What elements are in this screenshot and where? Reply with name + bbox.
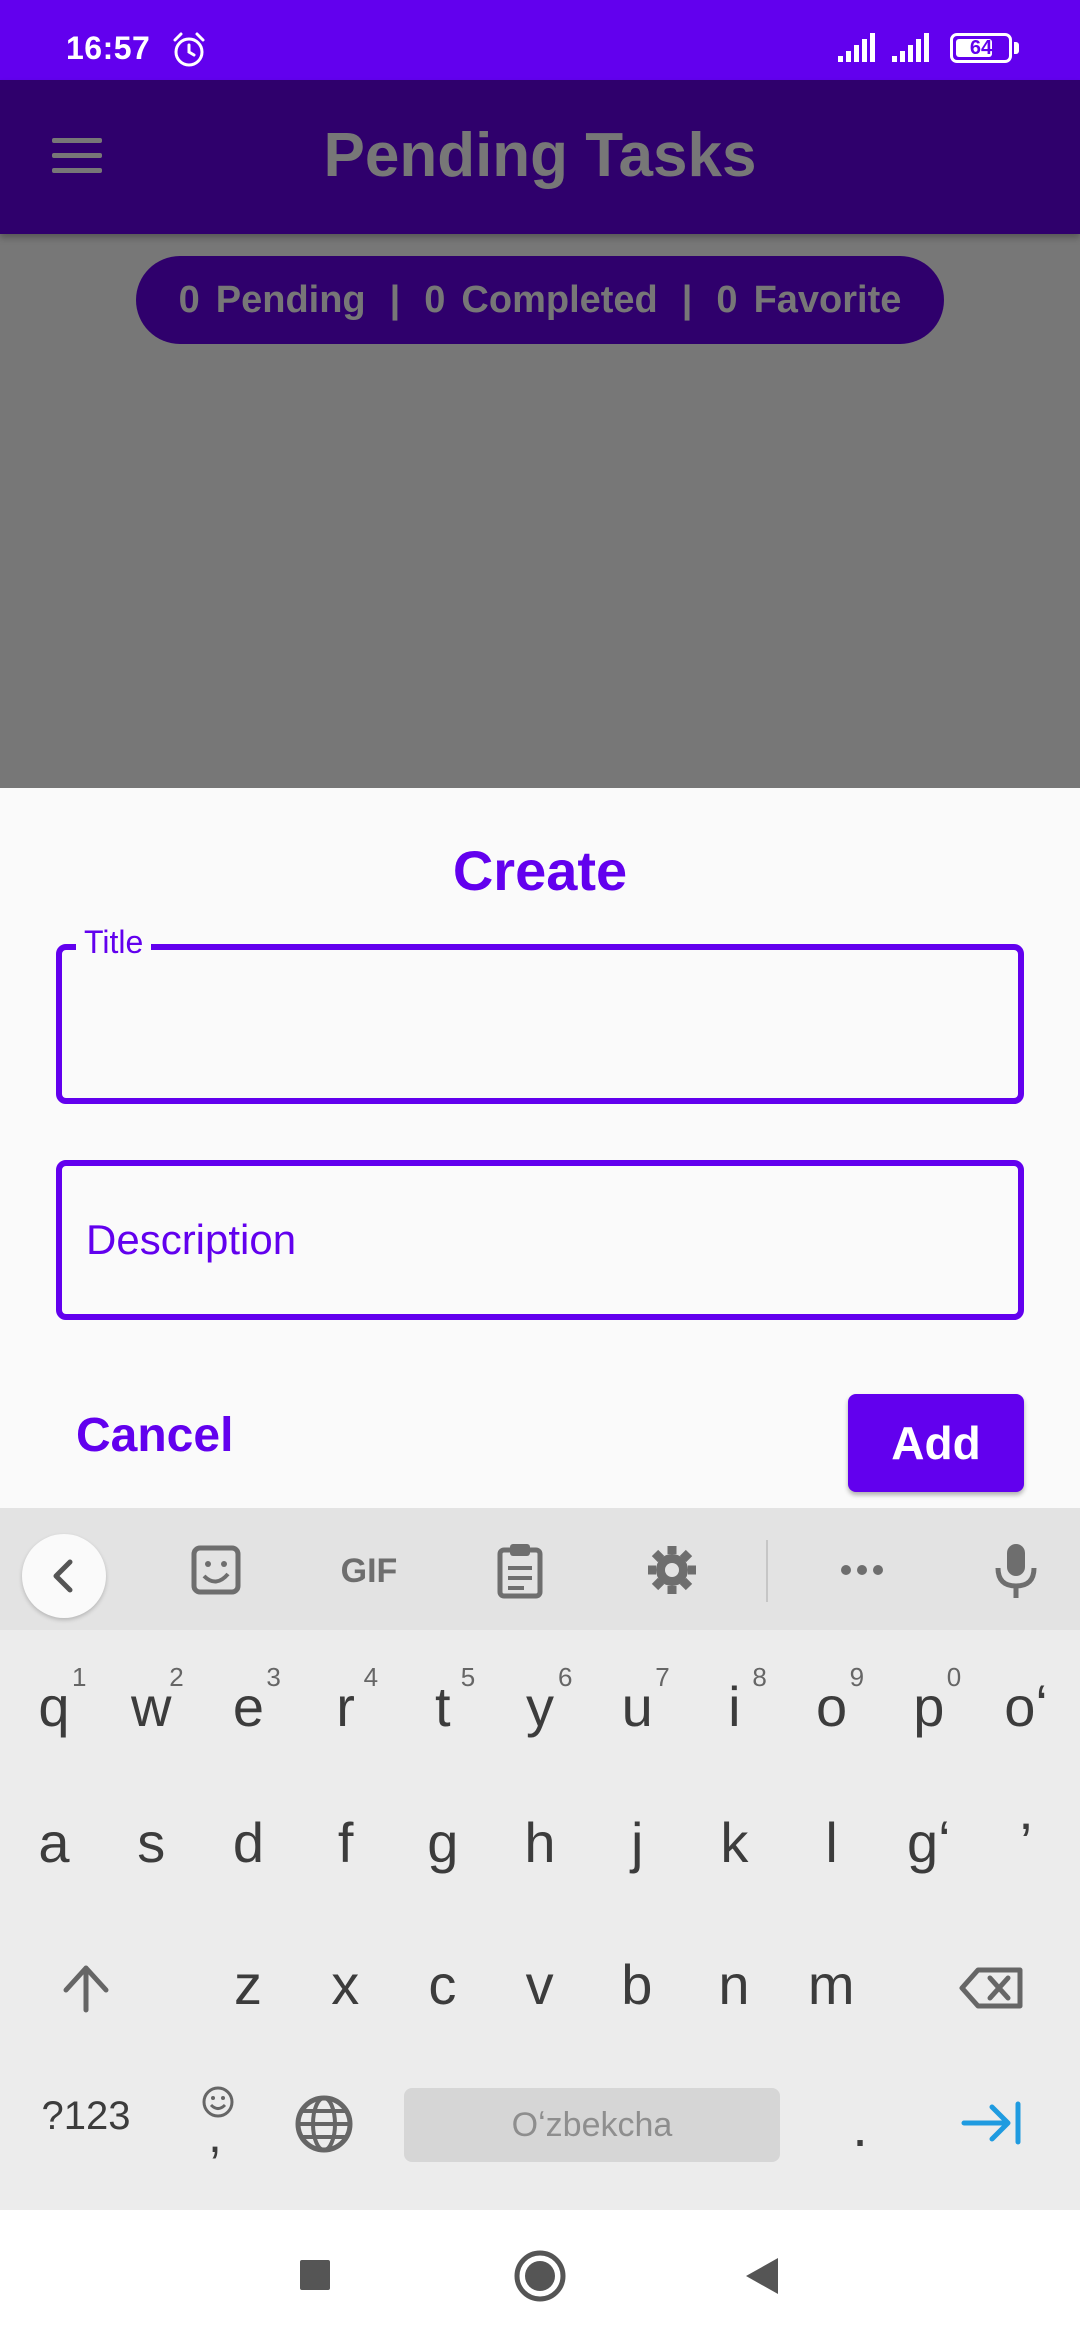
key-6[interactable]: u <box>589 1674 685 1739</box>
key-hint: 1 <box>72 1662 87 1692</box>
alarm-icon <box>173 32 205 67</box>
description-field[interactable] <box>56 1160 1024 1320</box>
add-button[interactable]: Add <box>848 1394 1024 1492</box>
collapse-toolbar-button[interactable] <box>22 1534 106 1618</box>
key-row2-3[interactable]: f <box>298 1810 394 1875</box>
title-field[interactable]: Title <box>56 924 1024 1104</box>
signal-icon-1 <box>838 33 875 62</box>
key-hint: 8 <box>752 1662 767 1692</box>
key-row3-2[interactable]: c <box>394 1952 490 2017</box>
key-hint: 7 <box>655 1662 670 1692</box>
key-hint: 0 <box>946 1662 962 1692</box>
key-row2-10[interactable]: ’ <box>978 1810 1074 1875</box>
key-row3-6[interactable]: m <box>783 1952 879 2017</box>
comma-key: , <box>208 2107 222 2163</box>
key-0[interactable]: q <box>6 1674 102 1739</box>
signal-icon-2 <box>892 33 929 62</box>
favorite-label: Favorite <box>753 278 902 321</box>
key-9[interactable]: p <box>881 1674 977 1739</box>
cancel-button[interactable]: Cancel <box>76 1408 233 1463</box>
key-10[interactable]: oʻ <box>978 1674 1074 1739</box>
battery-icon: 64 <box>950 33 1012 63</box>
space-bar[interactable]: Oʻzbekcha <box>404 2088 780 2162</box>
settings-gear-icon[interactable] <box>640 1538 704 1602</box>
home-icon[interactable] <box>512 2248 568 2304</box>
clipboard-icon[interactable] <box>488 1538 552 1602</box>
back-icon[interactable] <box>740 2254 782 2298</box>
key-row2-8[interactable]: l <box>784 1810 880 1875</box>
more-options-icon[interactable] <box>830 1538 894 1602</box>
sticker-icon[interactable] <box>184 1538 248 1602</box>
key-1[interactable]: w <box>103 1674 199 1739</box>
key-hint: 3 <box>266 1662 281 1692</box>
globe-icon[interactable] <box>292 2092 356 2156</box>
key-5[interactable]: y <box>492 1674 588 1739</box>
description-input[interactable] <box>86 1166 994 1314</box>
pending-label: Pending <box>215 278 366 321</box>
battery-tip <box>1014 42 1019 54</box>
key-4[interactable]: t <box>395 1674 491 1739</box>
shift-icon[interactable] <box>56 1958 116 2018</box>
separator: | <box>681 278 693 321</box>
chevron-left-icon <box>53 1559 73 1593</box>
task-summary: 0 Pending | 0 Completed | 0 Favorite <box>136 256 944 344</box>
status-bar: 16:57 64 <box>0 0 1080 80</box>
page-title: Pending Tasks <box>323 121 757 190</box>
next-tab-icon[interactable] <box>960 2098 1026 2148</box>
pending-count: 0 <box>178 278 200 321</box>
key-3[interactable]: r <box>298 1674 394 1739</box>
completed-label: Completed <box>461 278 658 321</box>
key-row2-2[interactable]: d <box>200 1810 296 1875</box>
dialog-title: Create <box>452 839 628 902</box>
key-row3-4[interactable]: b <box>589 1952 685 2017</box>
key-row2-0[interactable]: a <box>6 1810 102 1875</box>
key-row3-3[interactable]: v <box>492 1952 588 2017</box>
toolbar-divider <box>766 1540 768 1602</box>
key-2[interactable]: e <box>200 1674 296 1739</box>
key-hint: 4 <box>363 1662 379 1692</box>
key-row2-6[interactable]: j <box>589 1810 685 1875</box>
key-hint: 5 <box>460 1662 476 1692</box>
symbols-key[interactable]: ?123 <box>36 2094 136 2139</box>
key-hint: 6 <box>558 1662 573 1692</box>
key-row2-9[interactable]: gʻ <box>881 1810 977 1875</box>
soft-keyboard: GIF ?123 , Oʻzbekcha . q 1 w 2 e 3 r 4 t… <box>0 1508 1080 2210</box>
key-hint: 2 <box>169 1662 184 1692</box>
key-row2-4[interactable]: g <box>395 1810 491 1875</box>
microphone-icon[interactable] <box>984 1538 1048 1602</box>
favorite-count: 0 <box>716 278 738 321</box>
key-row3-0[interactable]: z <box>200 1952 296 2017</box>
battery-level: 64 <box>969 37 993 59</box>
gif-button[interactable]: GIF <box>334 1552 404 1616</box>
period-key[interactable]: . <box>812 2094 908 2159</box>
system-nav-bar <box>0 2210 1080 2340</box>
key-7[interactable]: i <box>686 1674 782 1739</box>
key-row2-5[interactable]: h <box>492 1810 588 1875</box>
status-time: 16:57 <box>66 30 151 66</box>
app-bar: Pending Tasks <box>0 80 1080 234</box>
backspace-icon[interactable] <box>958 1958 1028 2018</box>
key-row3-5[interactable]: n <box>686 1952 782 2017</box>
create-task-sheet: Create Title Cancel Add <box>0 788 1080 1508</box>
emoji-comma-key[interactable]: , <box>188 2082 248 2163</box>
key-row2-7[interactable]: k <box>686 1810 782 1875</box>
title-input[interactable] <box>86 950 994 1098</box>
recents-icon[interactable] <box>298 2258 332 2292</box>
key-row3-1[interactable]: x <box>297 1952 393 2017</box>
key-8[interactable]: o <box>784 1674 880 1739</box>
key-hint: 9 <box>849 1662 865 1692</box>
completed-count: 0 <box>424 278 446 321</box>
separator: | <box>389 278 401 321</box>
key-row2-1[interactable]: s <box>103 1810 199 1875</box>
keyboard-toolbar: GIF <box>0 1508 1080 1630</box>
